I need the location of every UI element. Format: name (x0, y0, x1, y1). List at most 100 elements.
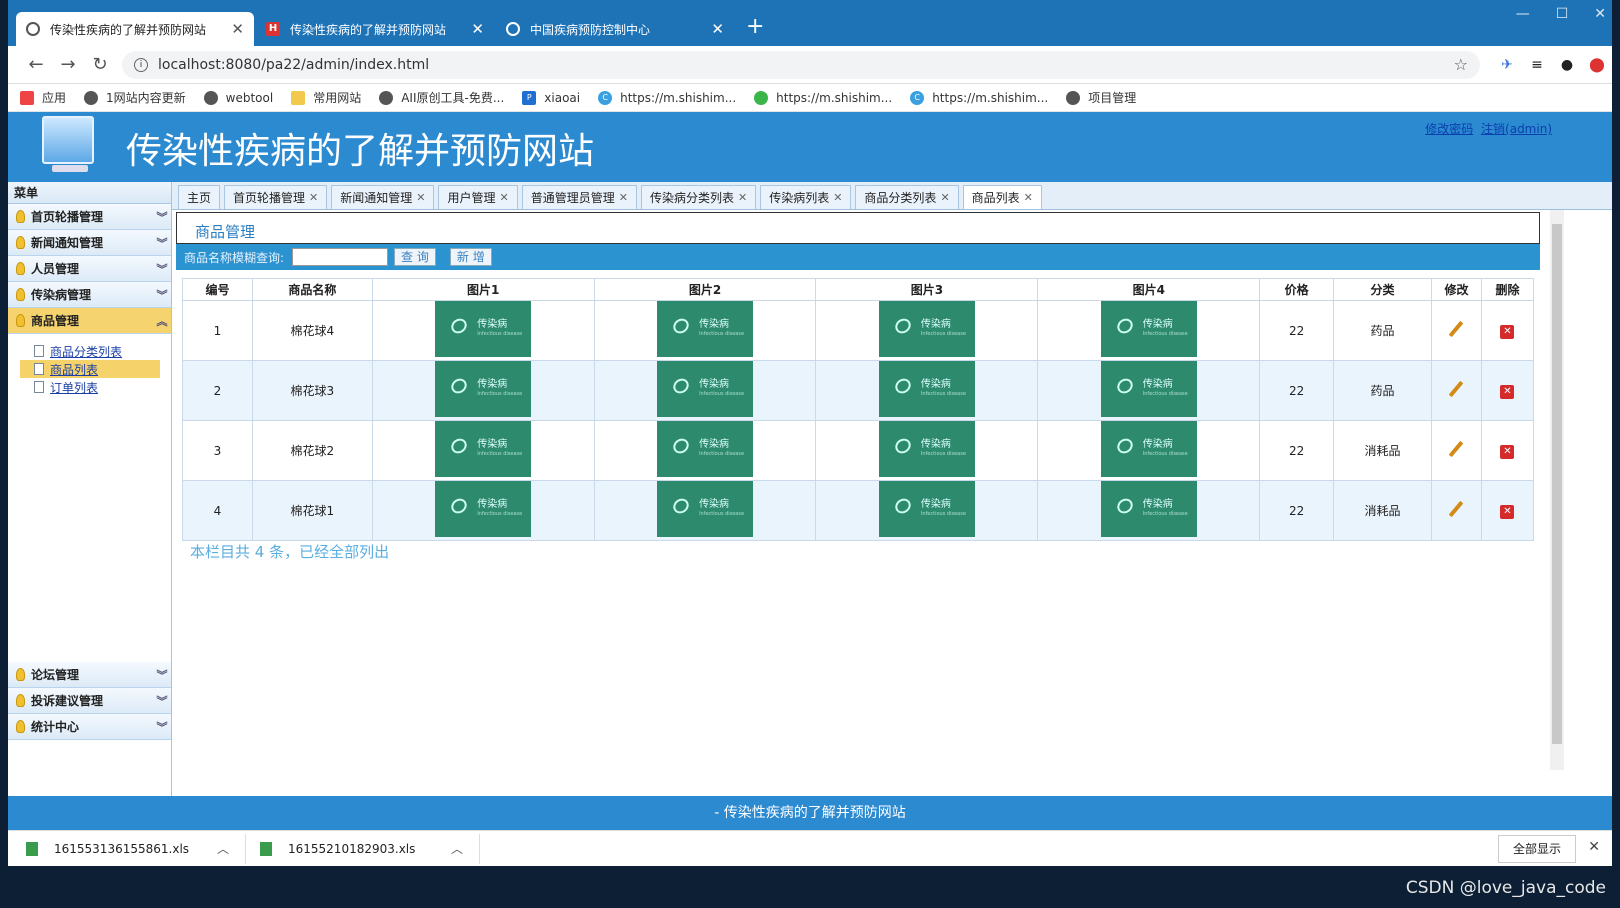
pencil-edit-icon[interactable] (1449, 380, 1464, 398)
bookmark-item[interactable]: Chttps://m.shishim... (598, 90, 736, 105)
url-field[interactable]: i localhost:8080/pa22/admin/index.html ☆ (122, 50, 1480, 79)
minimize-icon[interactable]: — (1516, 6, 1530, 22)
close-icon[interactable]: ✕ (738, 191, 747, 204)
vertical-scrollbar[interactable] (1550, 210, 1564, 770)
tab-goods-list[interactable]: 商品列表 ✕ (962, 185, 1042, 209)
product-thumbnail[interactable]: 传染病 Infectious disease (657, 421, 754, 477)
close-icon[interactable]: ✕ (833, 191, 842, 204)
scrollbar-thumb[interactable] (1552, 224, 1562, 744)
menu-group-forum[interactable]: 论坛管理 ︾ (8, 662, 171, 688)
bookmark-star-icon[interactable]: ☆ (1454, 55, 1468, 74)
bookmark-item[interactable]: webtool (203, 90, 273, 105)
product-thumbnail[interactable]: 传染病 Infectious disease (657, 361, 754, 417)
product-thumbnail[interactable]: 传染病 Infectious disease (1100, 361, 1197, 417)
product-thumbnail[interactable]: 传染病 Infectious disease (878, 361, 975, 417)
close-tab-icon[interactable]: ✕ (471, 20, 484, 38)
chevron-up-icon[interactable]: ︿ (451, 840, 463, 857)
close-window-icon[interactable]: ✕ (1594, 6, 1606, 22)
bookmark-folder[interactable]: 常用网站 (291, 89, 361, 106)
product-thumbnail[interactable]: 传染病 Infectious disease (435, 421, 532, 477)
cell-name: 棉花球3 (251, 360, 373, 421)
show-all-button[interactable]: 全部显示 (1497, 835, 1576, 863)
product-thumbnail[interactable]: 传染病 Infectious disease (435, 361, 532, 417)
extension-icon[interactable]: ✈ (1492, 57, 1522, 73)
pencil-edit-icon[interactable] (1449, 500, 1464, 518)
pencil-edit-icon[interactable] (1449, 440, 1464, 458)
tab-disease-list[interactable]: 传染病列表 ✕ (760, 185, 852, 209)
menu-group-disease[interactable]: 传染病管理 ︾ (8, 282, 171, 308)
reading-list-icon[interactable]: ≡ (1522, 57, 1552, 73)
product-thumbnail[interactable]: 传染病 Infectious disease (1100, 481, 1197, 537)
product-thumbnail[interactable]: 传染病 Infectious disease (435, 481, 532, 537)
product-thumbnail[interactable]: 传染病 Infectious disease (435, 301, 532, 357)
forward-icon[interactable]: → (52, 54, 84, 75)
delete-icon[interactable]: ✕ (1500, 444, 1515, 459)
tab-home[interactable]: 主页 (178, 185, 221, 209)
table-row: 1 棉花球4 传染病 Infectious disease 传染病 Infectio… (182, 300, 1535, 361)
new-tab-button[interactable]: + (746, 12, 764, 46)
menu-group-news[interactable]: 新闻通知管理 ︾ (8, 230, 171, 256)
bulb-icon (16, 314, 25, 327)
product-thumbnail[interactable]: 传染病 Infectious disease (1100, 421, 1197, 477)
product-thumbnail[interactable]: 传染病 Infectious disease (878, 481, 975, 537)
chevron-down-icon: ︾ (156, 236, 168, 250)
close-icon[interactable]: ✕ (1588, 839, 1600, 855)
update-icon[interactable]: ⬤ (1582, 57, 1612, 73)
browser-tab-3[interactable]: 中国疾病预防控制中心 ✕ (496, 12, 734, 46)
delete-icon[interactable]: ✕ (1500, 324, 1515, 339)
menu-group-complaints[interactable]: 投诉建议管理 ︾ (8, 688, 171, 714)
globe-icon (84, 90, 99, 105)
bookmark-item[interactable]: Chttps://m.shishim... (910, 90, 1048, 105)
browser-tab-1[interactable]: 传染性疾病的了解并预防网站 ✕ (16, 12, 254, 46)
tab-goods-category[interactable]: 商品分类列表 ✕ (855, 185, 959, 209)
close-icon[interactable]: ✕ (619, 191, 628, 204)
browser-tab-2[interactable]: H 传染性疾病的了解并预防网站 ✕ (256, 12, 494, 46)
product-thumbnail[interactable]: 传染病 Infectious disease (1100, 301, 1197, 357)
maximize-icon[interactable]: ☐ (1556, 6, 1569, 22)
tab-carousel[interactable]: 首页轮播管理 ✕ (224, 185, 328, 209)
product-thumbnail[interactable]: 传染病 Infectious disease (878, 421, 975, 477)
close-icon[interactable]: ✕ (500, 191, 509, 204)
tab-news[interactable]: 新闻通知管理 ✕ (331, 185, 435, 209)
tab-disease-category[interactable]: 传染病分类列表 ✕ (640, 185, 757, 209)
product-thumbnail[interactable]: 传染病 Infectious disease (878, 301, 975, 357)
close-tab-icon[interactable]: ✕ (711, 20, 724, 38)
menu-group-people[interactable]: 人员管理 ︾ (8, 256, 171, 282)
submenu-item-orders[interactable]: 订单列表 (20, 378, 160, 396)
bookmark-apps[interactable]: 应用 (20, 89, 66, 106)
product-thumbnail[interactable]: 传染病 Infectious disease (657, 481, 754, 537)
chevron-up-icon[interactable]: ︿ (217, 840, 229, 857)
download-item[interactable]: 16155210182903.xls ︿ (260, 833, 480, 864)
pencil-edit-icon[interactable] (1449, 320, 1464, 338)
menu-group-stats[interactable]: 统计中心 ︾ (8, 714, 171, 740)
delete-icon[interactable]: ✕ (1500, 384, 1515, 399)
close-tab-icon[interactable]: ✕ (231, 20, 244, 38)
menu-group-goods[interactable]: 商品管理 ︽ (8, 308, 171, 334)
profile-avatar-icon[interactable]: ● (1552, 57, 1582, 73)
bookmark-item[interactable]: 1网站内容更新 (84, 89, 186, 106)
product-thumbnail[interactable]: 传染病 Infectious disease (657, 301, 754, 357)
search-input[interactable] (292, 248, 389, 266)
reload-icon[interactable]: ↻ (84, 54, 116, 75)
add-button[interactable]: 新 增 (449, 248, 492, 266)
bookmark-item[interactable]: https://m.shishim... (754, 90, 892, 105)
tab-admins[interactable]: 普通管理员管理 ✕ (521, 185, 637, 209)
change-password-link[interactable]: 修改密码 (1425, 122, 1473, 136)
download-item[interactable]: 161553136155861.xls ︿ (26, 833, 246, 864)
bookmark-item[interactable]: AII原创工具-免费... (379, 89, 504, 106)
menu-group-carousel[interactable]: 首页轮播管理 ︾ (8, 204, 171, 230)
logout-link[interactable]: 注销(admin) (1481, 122, 1552, 136)
close-icon[interactable]: ✕ (416, 191, 425, 204)
info-icon[interactable]: i (134, 57, 148, 72)
delete-icon[interactable]: ✕ (1500, 504, 1515, 519)
submenu-item-goods-list[interactable]: 商品列表 (20, 360, 160, 378)
query-button[interactable]: 查 询 (394, 248, 436, 266)
tab-users[interactable]: 用户管理 ✕ (438, 185, 518, 209)
bookmark-item[interactable]: 项目管理 (1066, 89, 1136, 106)
submenu-item-goods-category[interactable]: 商品分类列表 (20, 342, 160, 360)
close-icon[interactable]: ✕ (309, 191, 318, 204)
close-icon[interactable]: ✕ (1024, 191, 1033, 204)
back-icon[interactable]: ← (20, 54, 52, 75)
close-icon[interactable]: ✕ (940, 191, 949, 204)
bookmark-item[interactable]: Pxiaoai (522, 90, 580, 105)
